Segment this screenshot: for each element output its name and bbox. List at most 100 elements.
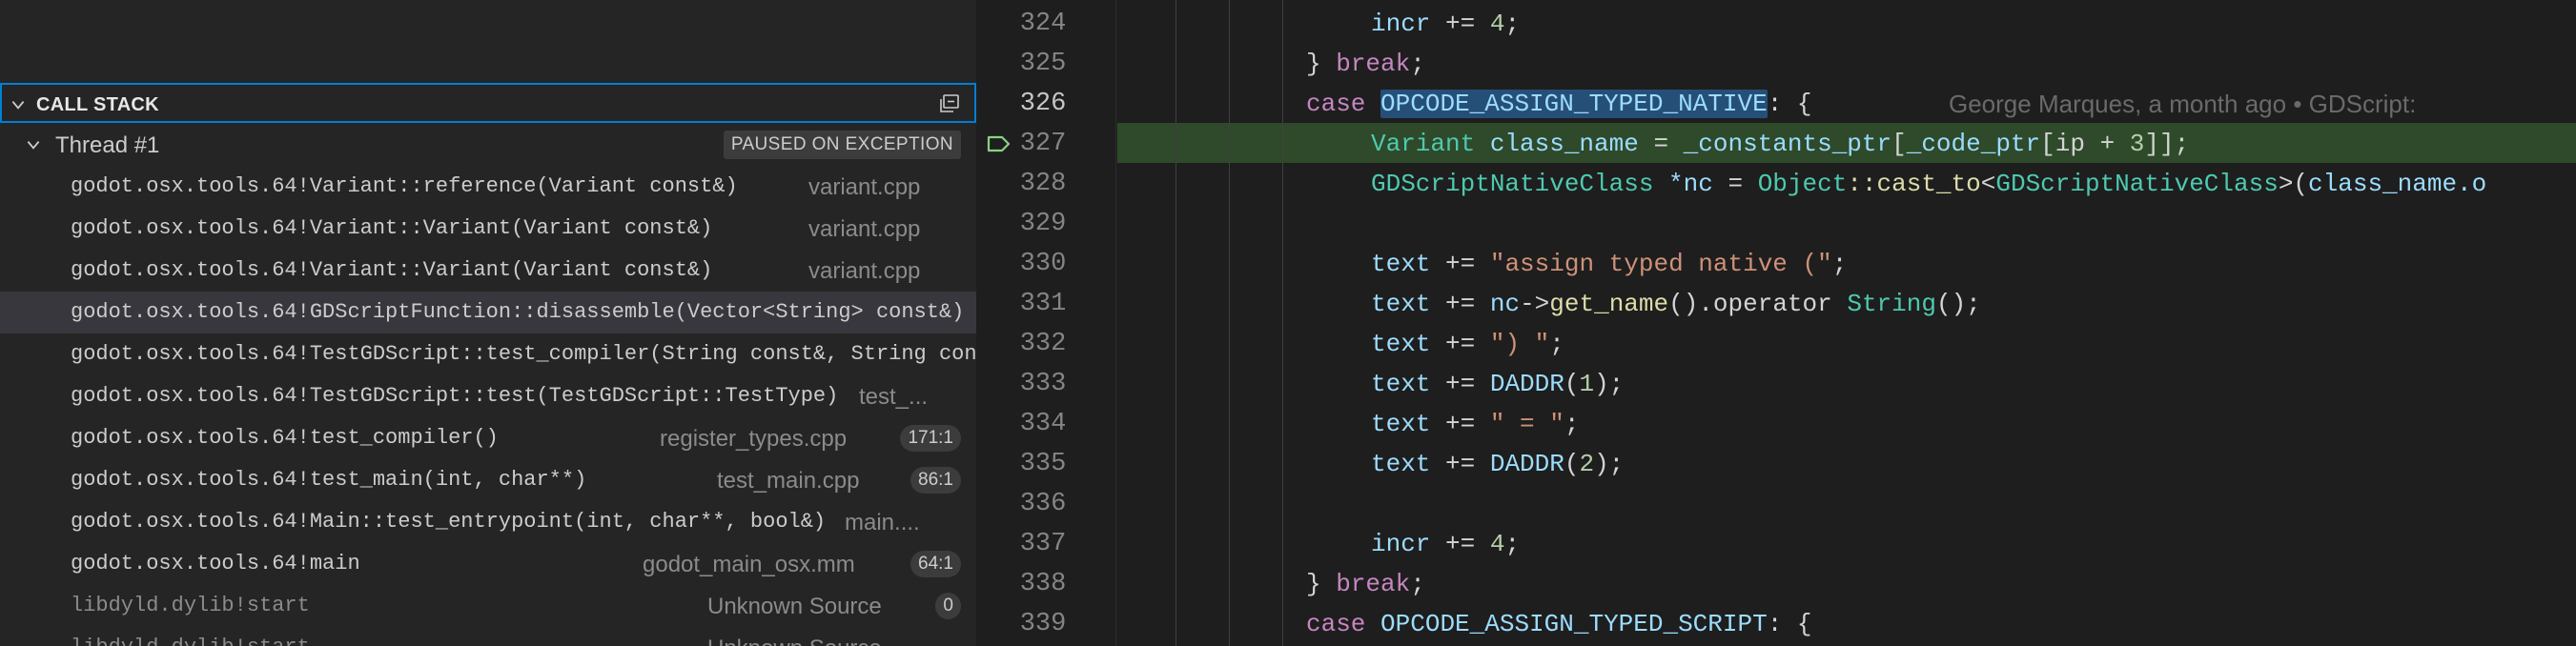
code-token: 4 — [1489, 530, 1505, 558]
line-number: 324 — [1019, 10, 1067, 38]
code-text: incr += 4; — [1371, 10, 1520, 38]
collapse-all-icon[interactable] — [938, 93, 961, 114]
code-token: DADDR — [1489, 450, 1564, 478]
code-token: GDScriptNativeClass — [1995, 170, 2279, 198]
code-editor[interactable]: 324 incr += 4; 325 } break; 326 case OPC… — [976, 0, 2576, 646]
code-text: GDScriptNativeClass *nc = Object::cast_t… — [1371, 170, 2486, 198]
frame-function: godot.osx.tools.64!main — [71, 552, 360, 575]
line-number: 332 — [1019, 330, 1067, 358]
code-token: get_name — [1549, 290, 1669, 318]
code-token: [ — [1891, 130, 1907, 158]
git-blame-annotation: George Marques, a month ago • GDScript: — [1949, 90, 2417, 118]
line-number: 329 — [1019, 210, 1067, 238]
code-token: incr — [1371, 530, 1431, 558]
code-token: GDScriptNativeClass — [1371, 170, 1654, 198]
code-line[interactable]: 325 } break; — [976, 43, 2576, 83]
code-token: = — [1712, 170, 1758, 198]
code-token: _code_ptr — [1906, 130, 2041, 158]
frame-source: variant.cpp — [808, 258, 921, 284]
code-token: DADDR — [1489, 370, 1564, 398]
code-token: [ip + — [2040, 130, 2130, 158]
stack-frame[interactable]: godot.osx.tools.64!Variant::Variant(Vari… — [0, 250, 976, 292]
code-token: ]]; — [2144, 130, 2190, 158]
code-token: *nc — [1653, 170, 1713, 198]
code-line-current[interactable]: 327 Variant class_name = _constants_ptr[… — [976, 123, 2576, 163]
code-token: ); — [1594, 370, 1625, 398]
code-line[interactable]: 328 GDScriptNativeClass *nc = Object::ca… — [976, 163, 2576, 203]
frame-function: godot.osx.tools.64!Variant::Variant(Vari… — [71, 258, 713, 282]
code-token: 2 — [1579, 450, 1595, 478]
code-token: case — [1306, 90, 1366, 118]
frame-function: godot.osx.tools.64!test_main(int, char**… — [71, 468, 587, 492]
stack-frame[interactable]: godot.osx.tools.64!Variant::Variant(Vari… — [0, 208, 976, 250]
code-line[interactable]: 339 case OPCODE_ASSIGN_TYPED_SCRIPT: { — [976, 603, 2576, 643]
code-token: String — [1831, 290, 1936, 318]
stack-frame[interactable]: godot.osx.tools.64!Main::test_entrypoint… — [0, 501, 976, 543]
frame-source: test_... — [859, 384, 929, 410]
code-token: 3 — [2129, 130, 2145, 158]
stack-frame[interactable]: godot.osx.tools.64!test_main(int, char**… — [0, 459, 976, 501]
stack-frame[interactable]: godot.osx.tools.64!TestGDScript::test(Te… — [0, 375, 976, 417]
code-token: text — [1371, 450, 1431, 478]
chevron-down-icon — [27, 141, 40, 150]
code-token: OPCODE_ASSIGN_TYPED_NATIVE — [1380, 90, 1768, 118]
stack-frame[interactable]: godot.osx.tools.64!Variant::reference(Va… — [0, 166, 976, 208]
code-line[interactable]: 329 — [976, 203, 2576, 243]
stack-frame[interactable]: libdyld.dylib!start Unknown Source 0 — [0, 585, 976, 627]
code-token: -> — [1520, 290, 1550, 318]
code-token: += — [1430, 530, 1490, 558]
code-token: ().operator — [1668, 290, 1832, 318]
line-number: 326 — [1019, 90, 1067, 118]
line-number: 338 — [1019, 570, 1067, 598]
code-line[interactable]: 333 text += DADDR(1); — [976, 363, 2576, 403]
code-token: = — [1638, 130, 1684, 158]
code-token: += — [1430, 250, 1490, 278]
stack-frame[interactable]: libdyld.dylib!start Unknown Source — [0, 627, 976, 646]
frame-source: godot_main_osx.mm — [643, 552, 855, 577]
code-text: text += nc->get_name().operator String()… — [1371, 290, 1981, 318]
code-token: Object — [1757, 170, 1848, 198]
frame-function: godot.osx.tools.64!test_compiler() — [71, 426, 499, 450]
stack-frame[interactable]: godot.osx.tools.64!TestGDScript::test_co… — [0, 333, 976, 375]
code-token: } — [1306, 570, 1321, 598]
stack-frame[interactable]: godot.osx.tools.64!test_compiler() regis… — [0, 417, 976, 459]
call-stack-header[interactable]: CALL STACK — [0, 83, 976, 123]
code-line[interactable]: 338 } break; — [976, 563, 2576, 603]
code-text: Variant class_name = _constants_ptr[_cod… — [1371, 130, 2189, 158]
code-token: ") " — [1489, 330, 1550, 358]
line-number: 331 — [1019, 290, 1067, 318]
code-line[interactable]: 331 text += nc->get_name().operator Stri… — [976, 283, 2576, 323]
code-token: 1 — [1579, 370, 1595, 398]
stack-frame-selected[interactable]: godot.osx.tools.64!GDScriptFunction::dis… — [0, 292, 976, 333]
code-token: += — [1430, 410, 1490, 438]
chevron-down-icon — [11, 101, 25, 110]
code-token: += — [1430, 290, 1490, 318]
code-text: text += DADDR(1); — [1371, 370, 1624, 398]
code-line[interactable]: 334 text += " = "; — [976, 403, 2576, 443]
code-token: += — [1430, 330, 1490, 358]
call-stack-title: CALL STACK — [36, 94, 159, 115]
code-line[interactable]: 335 text += DADDR(2); — [976, 443, 2576, 483]
code-token: ; — [1504, 530, 1521, 558]
code-line[interactable]: 336 — [976, 483, 2576, 523]
code-token: "assign typed native (" — [1489, 250, 1832, 278]
code-token: _constants_ptr — [1683, 130, 1892, 158]
line-number: 337 — [1019, 530, 1067, 558]
code-token: += — [1430, 370, 1490, 398]
line-number: 325 — [1019, 50, 1067, 78]
code-token: ); — [1594, 450, 1625, 478]
stack-frame[interactable]: godot.osx.tools.64!main godot_main_osx.m… — [0, 543, 976, 585]
thread-label: Thread #1 — [55, 132, 160, 158]
frame-function: libdyld.dylib!start — [71, 636, 310, 646]
thread-item[interactable]: Thread #1 PAUSED ON EXCEPTION — [0, 125, 976, 165]
code-token: += — [1430, 10, 1490, 38]
code-token: < — [1980, 170, 1996, 198]
code-line[interactable]: 332 text += ") "; — [976, 323, 2576, 363]
code-line[interactable]: 337 incr += 4; — [976, 523, 2576, 563]
code-text: } break; — [1306, 50, 1425, 78]
code-text: case OPCODE_ASSIGN_TYPED_SCRIPT: { — [1306, 610, 1812, 638]
code-line[interactable]: 324 incr += 4; — [976, 3, 2576, 43]
code-line[interactable]: 330 text += "assign typed native ("; — [976, 243, 2576, 283]
code-text: incr += 4; — [1371, 530, 1520, 558]
code-line[interactable]: 326 case OPCODE_ASSIGN_TYPED_NATIVE: { G… — [976, 83, 2576, 123]
